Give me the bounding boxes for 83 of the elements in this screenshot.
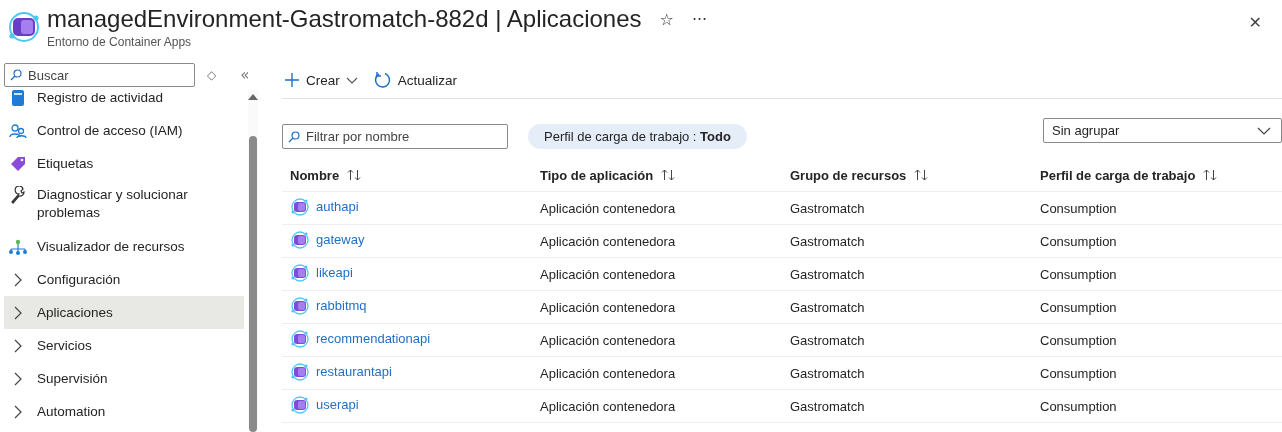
table-cell: Aplicación contenedora <box>540 299 676 315</box>
table-cell: Consumption <box>1040 398 1117 414</box>
filter-pill[interactable]: Perfil de carga de trabajo : Todo <box>528 124 747 149</box>
sidebar-item[interactable]: Servicios <box>4 329 244 362</box>
notebook-icon <box>11 90 25 106</box>
sidebar-item[interactable]: Visualizador de recursos <box>4 230 244 263</box>
table-cell: Aplicación contenedora <box>540 398 676 414</box>
create-button[interactable]: Crear <box>282 72 360 88</box>
more-button[interactable]: ··· <box>691 9 708 29</box>
container-app-icon <box>290 197 310 216</box>
chevron-right-icon <box>13 338 23 353</box>
tag-icon <box>10 155 26 172</box>
column-header[interactable]: Tipo de aplicación <box>540 167 676 183</box>
refresh-button[interactable]: Actualizar <box>371 71 460 89</box>
table-cell: Gastromatch <box>790 398 865 414</box>
table-cell: Aplicación contenedora <box>540 332 676 348</box>
app-link[interactable]: restaurantapi <box>316 364 392 379</box>
table-cell: Consumption <box>1040 365 1117 381</box>
plus-icon <box>284 72 300 88</box>
chevron-right-icon <box>13 305 23 320</box>
sort-icon <box>347 169 362 181</box>
container-app-icon <box>290 329 310 348</box>
table-cell: Gastromatch <box>790 233 865 249</box>
scroll-up-icon[interactable] <box>248 94 258 100</box>
table-cell: Aplicación contenedora <box>540 266 676 282</box>
table-cell: Gastromatch <box>790 332 865 348</box>
table-cell: Gastromatch <box>790 299 865 315</box>
table-cell: Aplicación contenedora <box>540 200 676 216</box>
table-cell: Gastromatch <box>790 365 865 381</box>
chevron-right-icon <box>13 404 23 419</box>
sort-toggle-button[interactable]: ◇ <box>205 68 219 82</box>
collapse-button[interactable]: « <box>238 66 252 84</box>
sidebar-item[interactable]: Configuración <box>4 263 244 296</box>
page-subtitle: Entorno de Container Apps <box>47 35 193 49</box>
table-cell: Gastromatch <box>790 266 865 282</box>
container-environment-icon <box>7 10 41 44</box>
people-icon <box>9 122 27 139</box>
app-link[interactable]: recommendationapi <box>316 331 431 346</box>
sort-icon <box>661 169 676 181</box>
sort-icon <box>914 169 929 181</box>
favorite-star-button[interactable]: ☆ <box>659 9 674 29</box>
container-app-icon <box>290 362 310 381</box>
table-cell: Aplicación contenedora <box>540 365 676 381</box>
app-link[interactable]: authapi <box>316 199 359 214</box>
app-link[interactable]: likeapi <box>316 265 353 280</box>
scrollbar-thumb[interactable] <box>249 136 257 432</box>
sidebar-item[interactable]: Aplicaciones <box>4 296 244 329</box>
column-header[interactable]: Nombre <box>290 167 362 183</box>
table-cell: Consumption <box>1040 233 1117 249</box>
chevron-right-icon <box>13 371 23 386</box>
chevron-down-icon <box>345 76 358 84</box>
container-app-icon <box>290 230 310 249</box>
filter-field[interactable]: Filtrar por nombre <box>282 124 508 149</box>
container-app-icon <box>290 395 310 414</box>
table-cell: Consumption <box>1040 266 1117 282</box>
chevron-right-icon <box>13 272 23 287</box>
refresh-icon <box>373 71 392 89</box>
table-cell: Aplicación contenedora <box>540 233 676 249</box>
sidebar-item[interactable]: Etiquetas <box>4 147 244 180</box>
container-app-icon <box>290 263 310 282</box>
sidebar-item[interactable]: Automation <box>4 395 244 428</box>
app-link[interactable]: userapi <box>316 397 359 412</box>
close-button[interactable]: ✕ <box>1242 12 1268 33</box>
hierarchy-icon <box>9 238 27 255</box>
app-link[interactable]: rabbitmq <box>316 298 367 313</box>
container-app-icon <box>290 296 310 315</box>
table-cell: Consumption <box>1040 299 1117 315</box>
table-cell: Consumption <box>1040 332 1117 348</box>
chevron-down-icon <box>1257 126 1271 135</box>
sidebar-item[interactable]: Diagnosticar y solucionar problemas <box>4 180 244 230</box>
column-header[interactable]: Perfil de carga de trabajo <box>1040 167 1218 183</box>
sidebar-item[interactable]: Registro de actividad <box>4 90 244 114</box>
wrench-icon <box>10 186 26 204</box>
table-cell: Consumption <box>1040 200 1117 216</box>
column-header[interactable]: Grupo de recursos <box>790 167 929 183</box>
sidebar-item[interactable]: Control de acceso (IAM) <box>4 114 244 147</box>
sort-icon <box>1203 169 1218 181</box>
grouping-dropdown[interactable]: Sin agrupar <box>1043 118 1282 143</box>
sidebar-item[interactable]: Supervisión <box>4 362 244 395</box>
search-field[interactable]: Buscar <box>4 63 195 87</box>
app-link[interactable]: gateway <box>316 232 365 247</box>
page-title: managedEnvironment-Gastromatch-882d | Aplicaciones <box>47 5 642 33</box>
table-cell: Gastromatch <box>790 200 865 216</box>
